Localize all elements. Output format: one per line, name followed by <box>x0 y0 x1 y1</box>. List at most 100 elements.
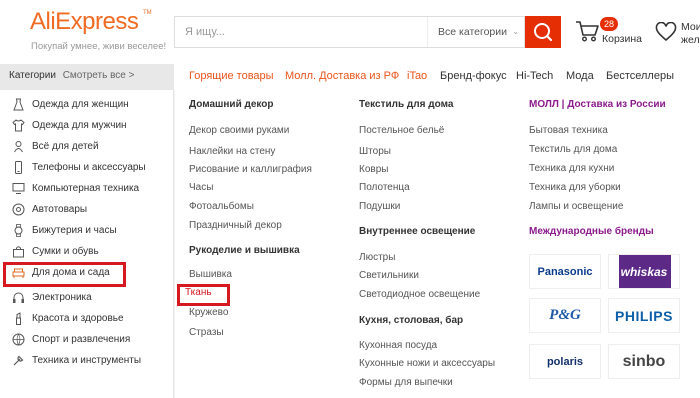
link-home-textile-mall[interactable]: Текстиль для дома <box>529 144 617 155</box>
heading-home-decor[interactable]: Домашний декор <box>189 99 274 110</box>
sidebar-item-bags[interactable]: Сумки и обувь <box>0 241 174 262</box>
sinbo-logo: sinbo <box>622 352 666 370</box>
cart-label[interactable]: Корзина <box>602 33 642 45</box>
top-nav: Горящие товары Молл. Доставка из РФ iTao… <box>174 64 700 90</box>
search-button[interactable] <box>525 16 561 48</box>
link-lamps-lighting[interactable]: Лампы и освещение <box>529 201 623 212</box>
sidebar-item-phones[interactable]: Телефоны и аксессуары <box>0 157 174 178</box>
sidebar-item-computers[interactable]: Компьютерная техника <box>0 178 174 199</box>
nav-brand-focus[interactable]: Бренд-фокус <box>440 64 507 88</box>
chevron-down-icon: ⌄ <box>512 27 519 36</box>
header: AliExpress TM Покупай умнее, живи веселе… <box>0 0 700 64</box>
link-photo-albums[interactable]: Фотоальбомы <box>189 201 254 212</box>
link-diy-decor[interactable]: Декор своими руками <box>189 125 289 136</box>
search-input[interactable] <box>175 17 425 47</box>
sidebar-item-electronics[interactable]: Электроника <box>0 287 174 308</box>
link-towels[interactable]: Полотенца <box>359 182 410 193</box>
baby-icon <box>14 141 23 153</box>
tagline: Покупай умнее, живи веселее! <box>31 41 167 52</box>
ball-icon <box>12 333 25 346</box>
sidebar-item-sports[interactable]: Спорт и развлечения <box>0 329 174 350</box>
highlight-box-fabric <box>177 284 230 306</box>
see-all-link[interactable]: Смотреть все > <box>63 70 135 81</box>
bag-icon <box>13 246 24 258</box>
link-embroidery[interactable]: Вышивка <box>189 269 232 280</box>
sidebar-item-label: Одежда для мужчин <box>32 120 127 131</box>
highlight-box-home-garden <box>3 262 126 287</box>
heading-international-brands[interactable]: Международные бренды <box>529 226 654 237</box>
dress-icon <box>13 98 24 111</box>
sidebar-item-label: Спорт и развлечения <box>32 334 131 345</box>
nav-mall-russia[interactable]: Молл. Доставка из РФ <box>285 64 399 88</box>
sidebar-item-label: Бижутерия и часы <box>32 225 117 236</box>
link-bedding[interactable]: Постельное бельё <box>359 125 444 136</box>
link-carpets[interactable]: Ковры <box>359 164 388 175</box>
sidebar-item-label: Сумки и обувь <box>32 246 99 257</box>
heading-kitchen-dining-bar[interactable]: Кухня, столовая, бар <box>359 315 463 326</box>
link-clocks[interactable]: Часы <box>189 182 213 193</box>
wishlist-label[interactable]: Мои жела <box>681 21 700 47</box>
category-submenu-panel: Домашний декор Декор своими руками Накле… <box>175 90 700 398</box>
link-cleaning-appliances[interactable]: Техника для уборки <box>529 182 621 193</box>
heading-needlework[interactable]: Рукоделие и вышивка <box>189 245 300 256</box>
brand-sinbo[interactable]: sinbo <box>608 344 680 379</box>
link-pillows[interactable]: Подушки <box>359 201 400 212</box>
brand-philips[interactable]: PHILIPS <box>608 298 680 333</box>
pg-logo: P&G <box>549 307 581 323</box>
heading-indoor-lighting[interactable]: Внутреннее освещение <box>359 226 475 237</box>
nav-itao[interactable]: iTao <box>407 64 427 88</box>
trademark-mark: TM <box>143 10 152 16</box>
headphones-icon <box>13 292 24 303</box>
category-sidebar: Одежда для женщин Одежда для мужчин Всё … <box>0 90 174 398</box>
link-baking-forms[interactable]: Формы для выпечки <box>359 377 453 388</box>
link-kitchen-knives[interactable]: Кухонные ножи и аксессуары <box>359 358 495 369</box>
link-wall-stickers[interactable]: Наклейки на стену <box>189 146 275 157</box>
sidebar-item-auto[interactable]: Автотовары <box>0 199 174 220</box>
search-box: Все категории ⌄ <box>174 16 525 48</box>
brand-polaris[interactable]: polaris <box>529 344 601 379</box>
sidebar-item-label: Всё для детей <box>32 141 99 152</box>
link-home-appliances[interactable]: Бытовая техника <box>529 125 608 136</box>
computer-icon <box>12 183 25 194</box>
heading-home-textile[interactable]: Текстиль для дома <box>359 99 453 110</box>
sidebar-item-jewelry[interactable]: Бижутерия и часы <box>0 220 174 241</box>
sidebar-item-beauty[interactable]: Красота и здоровье <box>0 308 174 329</box>
polaris-logo: polaris <box>546 355 584 368</box>
sidebar-item-label: Компьютерная техника <box>32 183 140 194</box>
link-cookware[interactable]: Кухонная посуда <box>359 340 437 351</box>
sidebar-item-men-clothing[interactable]: Одежда для мужчин <box>0 115 174 136</box>
link-chandeliers[interactable]: Люстры <box>359 252 395 263</box>
brand-pg[interactable]: P&G <box>529 298 601 333</box>
nav-hot-deals[interactable]: Горящие товары <box>189 64 274 88</box>
shirt-icon <box>12 119 25 132</box>
link-painting[interactable]: Рисование и каллиграфия <box>189 164 312 175</box>
link-kitchen-appliances[interactable]: Техника для кухни <box>529 163 614 174</box>
sidebar-item-label: Автотовары <box>32 204 88 215</box>
nav-hi-tech[interactable]: Hi-Tech <box>516 64 553 88</box>
sidebar-item-women-clothing[interactable]: Одежда для женщин <box>0 94 174 115</box>
heart-icon[interactable] <box>655 22 677 42</box>
watch-icon <box>14 224 23 237</box>
link-curtains[interactable]: Шторы <box>359 146 391 157</box>
philips-logo: PHILIPS <box>615 307 673 324</box>
search-category-select[interactable]: Все категории ⌄ <box>427 17 525 47</box>
search-icon <box>534 23 553 42</box>
wheel-icon <box>12 203 25 216</box>
nav-fashion[interactable]: Мода <box>566 64 594 88</box>
sidebar-item-tools[interactable]: Техника и инструменты <box>0 350 174 371</box>
brand-whiskas[interactable]: whiskas <box>608 254 680 289</box>
phone-icon <box>15 161 22 174</box>
sidebar-item-kids[interactable]: Всё для детей <box>0 136 174 157</box>
brand-panasonic[interactable]: Panasonic <box>529 254 601 289</box>
panasonic-logo: Panasonic <box>537 265 593 278</box>
nav-bestsellers[interactable]: Бестселлеры <box>606 64 674 88</box>
link-holiday-decor[interactable]: Праздничный декор <box>189 220 282 231</box>
aliexpress-logo[interactable]: AliExpress <box>30 8 139 36</box>
cart-icon[interactable] <box>574 18 600 44</box>
link-lace[interactable]: Кружево <box>189 307 228 318</box>
lipstick-icon <box>16 312 21 325</box>
heading-mall-russia[interactable]: МОЛЛ | Доставка из России <box>529 99 666 110</box>
link-led-lighting[interactable]: Светодиодное освещение <box>359 289 480 300</box>
link-rhinestones[interactable]: Стразы <box>189 327 224 338</box>
link-lamps[interactable]: Светильники <box>359 270 419 281</box>
